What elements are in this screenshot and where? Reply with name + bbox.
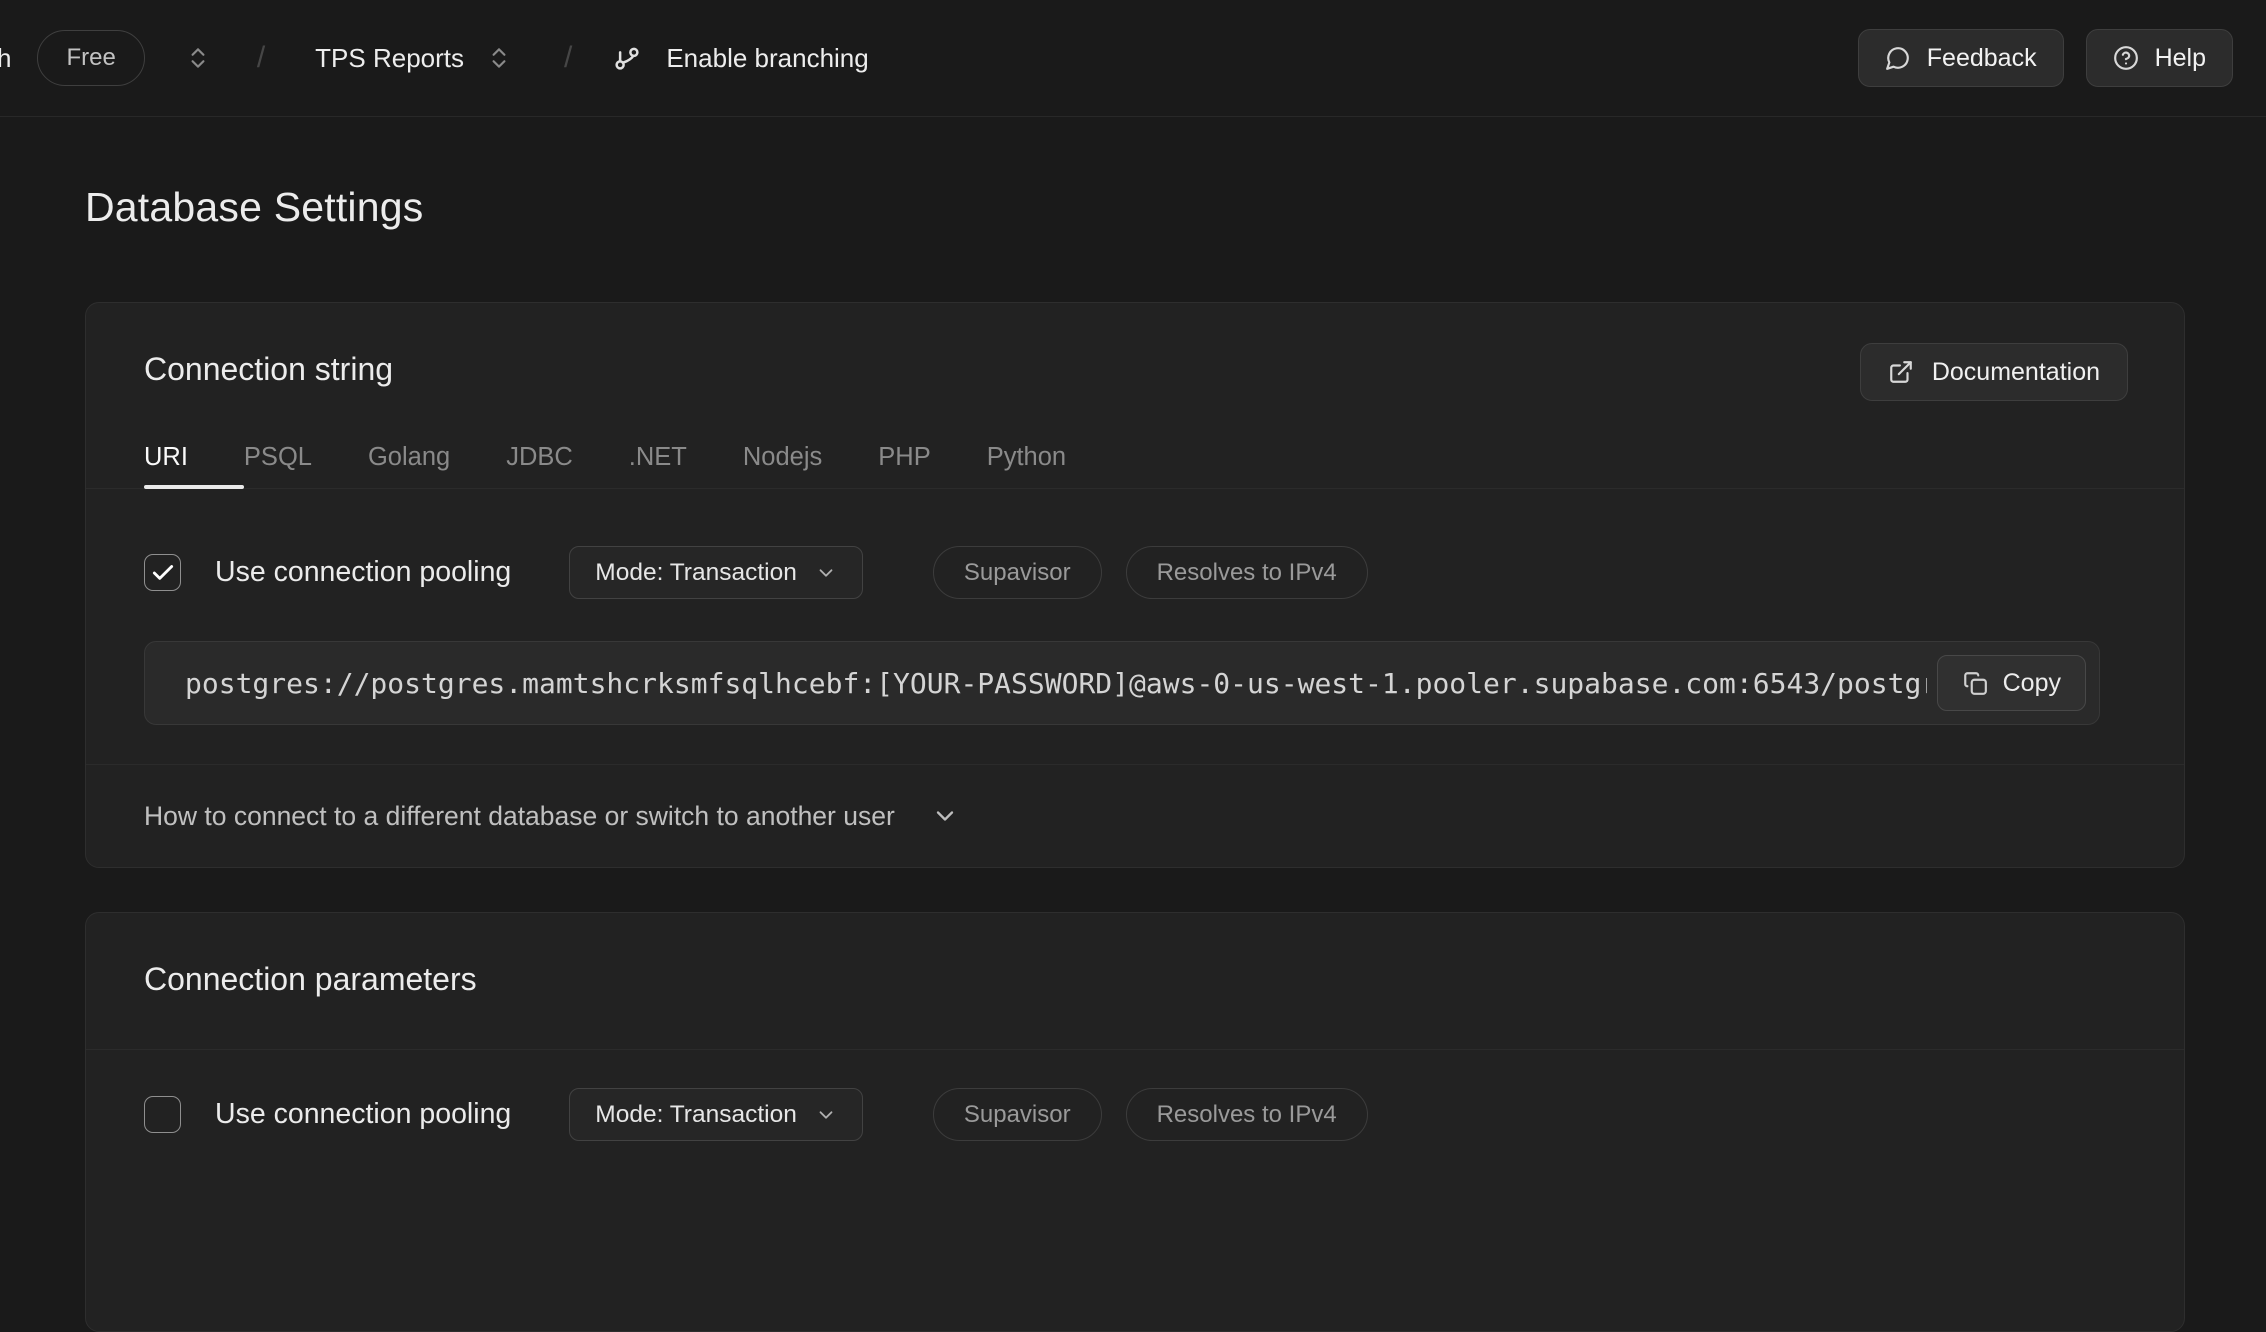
chevron-down-icon [931, 802, 959, 830]
plan-badge[interactable]: Free [37, 30, 144, 86]
speech-bubble-icon [1885, 45, 1911, 71]
help-label: Help [2155, 44, 2206, 73]
breadcrumb-separator: / [564, 41, 572, 75]
page-title: Database Settings [85, 184, 423, 231]
tab-php[interactable]: PHP [878, 443, 930, 478]
connection-uri-value[interactable]: postgres://postgres.mamtshcrksmfsqlhcebf… [185, 667, 1927, 700]
supavisor-badge: Supavisor [933, 546, 1102, 599]
pooling-mode-label: Mode: Transaction [595, 1101, 797, 1129]
breadcrumb-separator: / [257, 41, 265, 75]
chevrons-up-down-icon[interactable] [486, 45, 512, 71]
breadcrumb: h Free / TPS Reports / Enable branching [0, 30, 869, 86]
tab-python[interactable]: Python [987, 443, 1066, 478]
pooling-mode-dropdown[interactable]: Mode: Transaction [569, 546, 863, 599]
tab-psql[interactable]: PSQL [244, 443, 312, 478]
use-connection-pooling-label: Use connection pooling [215, 1098, 511, 1131]
resolves-to-ipv4-badge: Resolves to IPv4 [1126, 1088, 1368, 1141]
connect-help-label: How to connect to a different database o… [144, 801, 895, 832]
connection-string-title: Connection string [144, 351, 393, 388]
chevrons-up-down-icon[interactable] [185, 45, 211, 71]
pooling-mode-label: Mode: Transaction [595, 559, 797, 587]
connect-help-collapsible[interactable]: How to connect to a different database o… [144, 765, 2126, 867]
enable-branching-label: Enable branching [666, 43, 868, 74]
use-connection-pooling-label: Use connection pooling [215, 556, 511, 589]
tab-nodejs[interactable]: Nodejs [743, 443, 822, 478]
check-icon [150, 560, 176, 586]
pooling-mode-dropdown[interactable]: Mode: Transaction [569, 1088, 863, 1141]
card-header-divider [86, 1049, 2184, 1050]
tab-jdbc[interactable]: JDBC [506, 443, 573, 478]
connection-uri-code-block: postgres://postgres.mamtshcrksmfsqlhcebf… [144, 641, 2100, 725]
tab-uri[interactable]: URI [144, 443, 188, 478]
connection-string-card: Connection string Documentation URI PSQL… [85, 302, 2185, 868]
feedback-label: Feedback [1927, 44, 2037, 73]
help-button[interactable]: Help [2086, 29, 2233, 87]
git-branch-icon [612, 43, 642, 73]
copy-label: Copy [2003, 669, 2061, 698]
top-navigation-bar: h Free / TPS Reports / Enable branching … [0, 0, 2266, 117]
topbar-actions: Feedback Help [1858, 29, 2233, 87]
supavisor-badge: Supavisor [933, 1088, 1102, 1141]
chevron-down-icon [815, 1104, 837, 1126]
help-circle-icon [2113, 45, 2139, 71]
tab-golang[interactable]: Golang [368, 443, 450, 478]
use-connection-pooling-checkbox[interactable] [144, 1096, 181, 1133]
connection-string-tabs: URI PSQL Golang JDBC .NET Nodejs PHP Pyt… [144, 443, 1066, 478]
enable-branching-button[interactable]: Enable branching [612, 43, 868, 74]
resolves-to-ipv4-badge: Resolves to IPv4 [1126, 546, 1368, 599]
copy-button[interactable]: Copy [1937, 655, 2086, 711]
project-name[interactable]: TPS Reports [315, 43, 464, 74]
external-link-icon [1888, 359, 1914, 385]
documentation-label: Documentation [1932, 358, 2100, 387]
chevron-down-icon [815, 562, 837, 584]
active-tab-underline [144, 485, 244, 489]
feedback-button[interactable]: Feedback [1858, 29, 2064, 87]
connection-pooling-row: Use connection pooling Mode: Transaction… [144, 1088, 1368, 1141]
documentation-button[interactable]: Documentation [1860, 343, 2128, 401]
connection-pooling-row: Use connection pooling Mode: Transaction… [144, 546, 1368, 599]
connection-parameters-title: Connection parameters [144, 961, 477, 998]
tabs-divider [86, 488, 2184, 489]
tab-dotnet[interactable]: .NET [629, 443, 687, 478]
use-connection-pooling-checkbox[interactable] [144, 554, 181, 591]
truncated-nav-text: h [0, 43, 11, 74]
copy-icon [1962, 670, 1988, 696]
connection-parameters-card: Connection parameters Use connection poo… [85, 912, 2185, 1332]
